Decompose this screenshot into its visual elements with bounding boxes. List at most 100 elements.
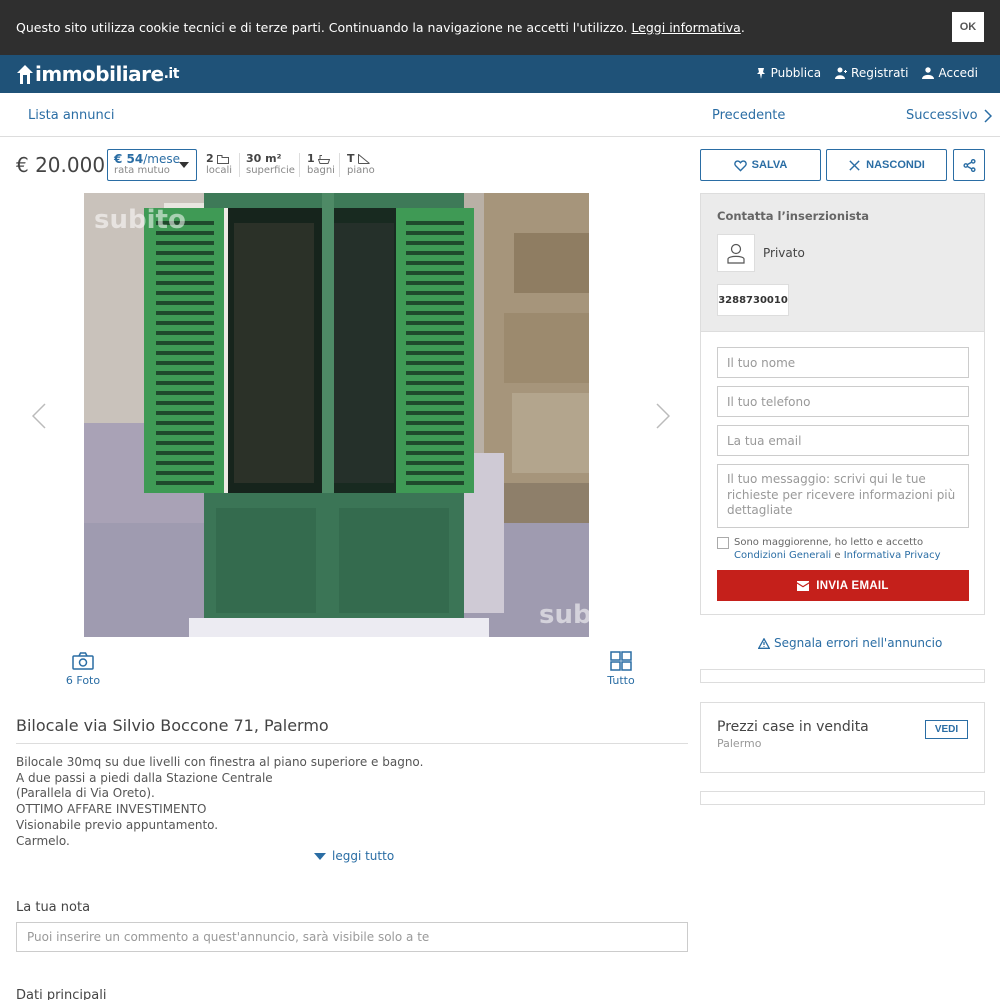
- photos-tab[interactable]: 6 Foto: [62, 651, 104, 687]
- shutter-slat: [406, 291, 464, 295]
- shutter-slat: [156, 301, 214, 305]
- consent-and: e: [834, 550, 841, 561]
- shutter-slat: [156, 391, 214, 395]
- shutter-slat: [156, 351, 214, 355]
- description-line: Visionabile previo appuntamento.: [16, 817, 219, 832]
- listing-price: € 20.000: [16, 153, 106, 177]
- shutter-slat: [406, 471, 464, 475]
- shutter-slat: [406, 461, 464, 465]
- gallery-prev-button[interactable]: [31, 403, 46, 429]
- header-nav: Pubblica Registrati Accedi: [755, 66, 978, 80]
- watermark-bottom: subito: [539, 600, 589, 630]
- shutter-slat: [156, 241, 214, 245]
- view-prices-button[interactable]: VEDI: [925, 720, 968, 739]
- register-link[interactable]: Registrati: [835, 66, 908, 80]
- publish-link[interactable]: Pubblica: [755, 66, 821, 80]
- hide-button[interactable]: NASCONDI: [826, 149, 947, 181]
- house-prices-title: Prezzi case in vendita: [717, 719, 869, 735]
- description-line: Carmelo.: [16, 833, 70, 845]
- note-label: La tua nota: [16, 900, 91, 915]
- shutter-slat: [156, 401, 214, 405]
- shutter-slat: [156, 251, 214, 255]
- shutter-slat: [406, 421, 464, 425]
- shutter-slat: [156, 421, 214, 425]
- login-link[interactable]: Accedi: [922, 66, 978, 80]
- feature-rooms: 2 locali: [206, 152, 232, 178]
- share-button[interactable]: [953, 149, 985, 181]
- house-prices-box: Prezzi case in vendita Palermo VEDI: [700, 702, 985, 773]
- register-label: Registrati: [851, 66, 909, 80]
- shutter-slat: [406, 431, 464, 435]
- shutter-slat: [156, 461, 214, 465]
- shutter-slat: [406, 441, 464, 445]
- watermark-top: subito: [94, 205, 186, 235]
- shutter-slat: [406, 351, 464, 355]
- listing-description: Bilocale 30mq su due livelli con finestr…: [16, 755, 688, 845]
- shutter-slat: [156, 411, 214, 415]
- shutter-slat: [156, 281, 214, 285]
- bathrooms-label: bagni: [307, 165, 335, 176]
- main-data-heading: Dati principali: [16, 988, 107, 1000]
- phone-number-button[interactable]: 3288730010: [717, 284, 789, 316]
- bathtub-icon: [317, 154, 330, 164]
- save-button[interactable]: SALVA: [700, 149, 821, 181]
- logo-suffix: .it: [163, 66, 180, 82]
- cookie-suffix: .: [740, 20, 745, 35]
- privacy-link[interactable]: Informativa Privacy: [844, 550, 941, 561]
- cookie-policy-link[interactable]: Leggi informativa: [631, 20, 740, 35]
- cookie-ok-button[interactable]: OK: [952, 12, 984, 42]
- mortgage-amount: € 54: [114, 152, 144, 166]
- shutter-slat: [156, 341, 214, 345]
- shutter-slat: [406, 321, 464, 325]
- chevron-left-icon: [31, 403, 46, 429]
- chevron-right-icon: [984, 108, 992, 123]
- share-icon: [962, 158, 976, 172]
- mortgage-unit: /mese: [143, 152, 180, 166]
- consent-checkbox[interactable]: [717, 537, 729, 549]
- listing-list-link[interactable]: Lista annunci: [28, 108, 115, 123]
- message-field[interactable]: [717, 464, 969, 528]
- phone-field[interactable]: [717, 386, 969, 417]
- camera-icon: [72, 652, 94, 670]
- terms-link[interactable]: Condizioni Generali: [734, 550, 831, 561]
- listing-photo[interactable]: subito subito: [84, 193, 589, 637]
- shutter-slat: [406, 381, 464, 385]
- login-label: Accedi: [938, 66, 978, 80]
- caret-down-icon: [314, 852, 326, 860]
- next-listing-link[interactable]: Successivo: [906, 108, 992, 123]
- publish-label: Pubblica: [770, 66, 822, 80]
- shutter-slat: [406, 271, 464, 275]
- shutter-slat: [156, 271, 214, 275]
- site-logo[interactable]: immobiliare .it: [16, 61, 179, 87]
- shutter-slat: [406, 261, 464, 265]
- all-media-tab[interactable]: Tutto: [600, 651, 642, 687]
- cookie-message: Questo sito utilizza cookie tecnici e di…: [16, 20, 628, 35]
- listing-title: Bilocale via Silvio Boccone 71, Palermo: [16, 716, 688, 744]
- previous-listing-link[interactable]: Precedente: [712, 108, 785, 123]
- floor-value: T: [347, 152, 355, 165]
- feature-bathrooms: 1 bagni: [307, 152, 335, 178]
- floor-label: piano: [347, 165, 375, 176]
- send-email-button[interactable]: INVIA EMAIL: [717, 570, 969, 601]
- note-input[interactable]: [16, 922, 688, 952]
- name-field[interactable]: [717, 347, 969, 378]
- read-more-link[interactable]: leggi tutto: [314, 849, 394, 863]
- shutter-slat: [156, 381, 214, 385]
- mortgage-dropdown[interactable]: € 54/mese rata mutuo: [107, 149, 197, 181]
- grid-icon: [610, 651, 632, 671]
- photo-gallery: subito subito: [16, 193, 688, 637]
- rooms-icon: [216, 154, 229, 164]
- report-errors-link[interactable]: Segnala errori nell'annuncio: [758, 636, 942, 650]
- shutter-slat: [156, 431, 214, 435]
- shutter-slat: [406, 341, 464, 345]
- surface-value: 30 m²: [246, 152, 282, 165]
- cookie-bar: Questo sito utilizza cookie tecnici e di…: [0, 0, 1000, 55]
- shutter-slat: [406, 411, 464, 415]
- description-line: A due passi a piedi dalla Stazione Centr…: [16, 770, 273, 785]
- gallery-next-button[interactable]: [656, 403, 671, 429]
- shutter-slat: [156, 361, 214, 365]
- email-field[interactable]: [717, 425, 969, 456]
- description-line: OTTIMO AFFARE INVESTIMENTO: [16, 802, 207, 817]
- description-line: Bilocale 30mq su due livelli con finestr…: [16, 755, 424, 769]
- feature-floor: T piano: [347, 152, 375, 178]
